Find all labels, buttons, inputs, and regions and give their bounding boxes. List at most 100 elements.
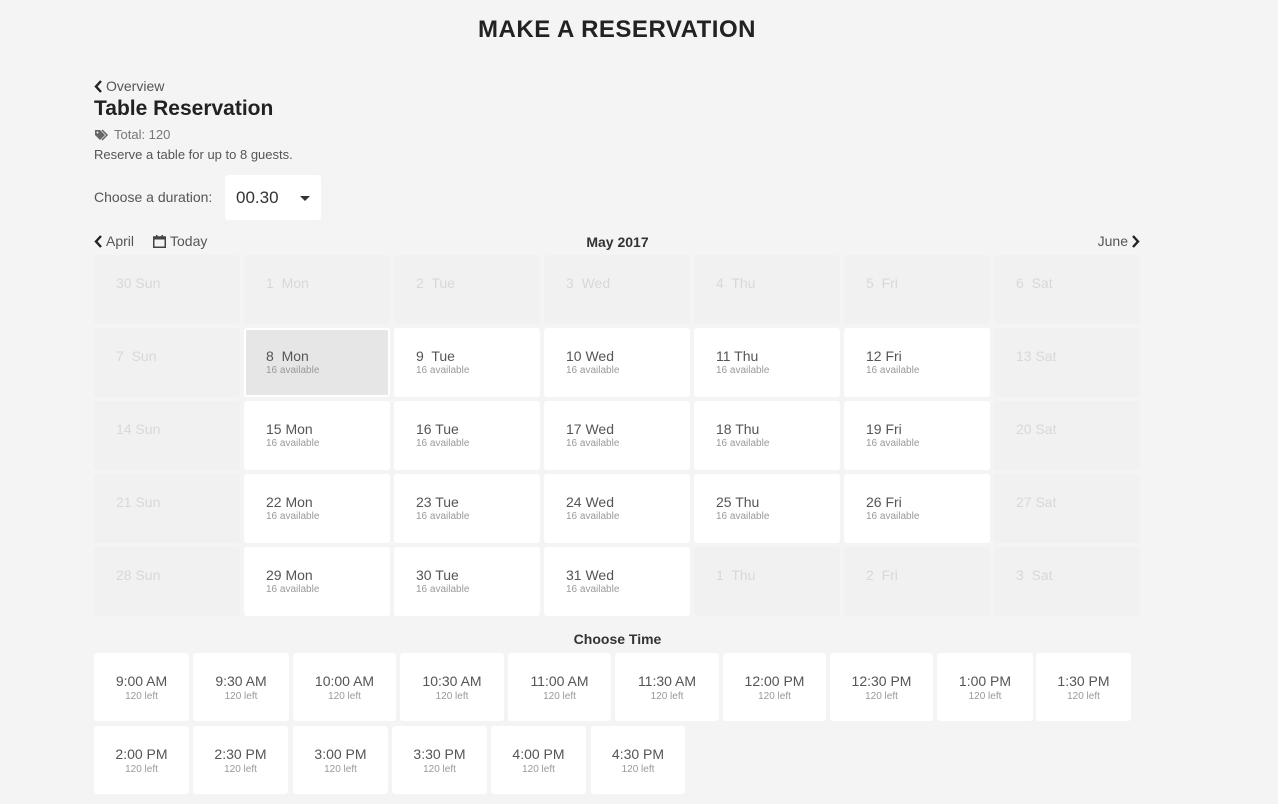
calendar-day[interactable]: 9 Tue 16 available [394, 328, 540, 397]
time-slot-time: 2:30 PM [214, 746, 267, 762]
calendar-day: 1 Mon [244, 255, 390, 324]
calendar-day-availability: 16 available [716, 365, 770, 376]
calendar-day-label: 17 Wed [566, 421, 614, 437]
calendar-day-availability: 16 available [566, 584, 620, 595]
choose-time-heading: Choose Time [573, 631, 662, 647]
calendar-day[interactable]: 24 Wed 16 available [544, 474, 690, 543]
calendar-day-label: 22 Mon [266, 494, 313, 510]
calendar-day-label: 24 Wed [566, 494, 614, 510]
calendar-day[interactable]: 10 Wed 16 available [544, 328, 690, 397]
time-slot-time: 4:00 PM [512, 746, 565, 762]
calendar-day: 30 Sun [94, 255, 240, 324]
calendar-day-label: 30 Sun [116, 275, 161, 291]
time-slot-time: 3:00 PM [314, 746, 367, 762]
time-slot[interactable]: 4:00 PM 120 left [491, 726, 586, 794]
calendar-day-label: 26 Fri [866, 494, 902, 510]
time-slot-time: 10:30 AM [422, 673, 482, 689]
duration-select[interactable]: 00.30 [225, 175, 321, 220]
next-month-button[interactable]: June [1098, 233, 1140, 249]
time-slot[interactable]: 1:30 PM 120 left [1036, 653, 1131, 721]
time-slot[interactable]: 2:00 PM 120 left [94, 726, 189, 794]
calendar-day-label: 12 Fri [866, 348, 902, 364]
time-slot[interactable]: 12:00 PM 120 left [723, 653, 826, 721]
time-slot-remaining: 120 left [865, 691, 898, 702]
current-month: May 2017 [586, 234, 649, 250]
calendar-day-availability: 16 available [416, 365, 470, 376]
time-slot-remaining: 120 left [435, 691, 469, 702]
calendar-day-availability: 16 available [716, 438, 770, 449]
time-slot[interactable]: 9:30 AM 120 left [193, 653, 289, 721]
total-text: Total: 120 [114, 127, 171, 142]
duration-value: 00.30 [236, 187, 279, 207]
time-slot-time: 12:00 PM [744, 673, 805, 689]
time-slot[interactable]: 3:30 PM 120 left [392, 726, 487, 794]
calendar-day[interactable]: 23 Tue 16 available [394, 474, 540, 543]
calendar-day-availability: 16 available [566, 365, 620, 376]
time-slot[interactable]: 11:30 AM 120 left [615, 653, 719, 721]
time-slot[interactable]: 3:00 PM 120 left [293, 726, 388, 794]
calendar-day: 5 Fri [844, 255, 990, 324]
overview-link-label: Overview [106, 78, 165, 94]
time-slot[interactable]: 9:00 AM 120 left [94, 653, 189, 721]
calendar-day-label: 11 Thu [716, 348, 759, 364]
calendar-day[interactable]: 26 Fri 16 available [844, 474, 990, 543]
time-slot-remaining: 120 left [224, 691, 258, 702]
time-slot-time: 4:30 PM [611, 746, 665, 762]
time-slot[interactable]: 12:30 PM 120 left [830, 653, 933, 721]
calendar-day-label: 18 Thu [716, 421, 760, 437]
calendar-day[interactable]: 15 Mon 16 available [244, 401, 390, 470]
time-slot[interactable]: 11:00 AM 120 left [508, 653, 611, 721]
calendar-day-availability: 16 available [566, 438, 620, 449]
calendar-day[interactable]: 18 Thu 16 available [694, 401, 840, 470]
calendar-day: 20 Sat [994, 401, 1140, 470]
time-slot-time: 9:00 AM [115, 673, 168, 689]
calendar-day-label: 2 Tue [416, 275, 455, 291]
prev-month-button[interactable]: April [94, 233, 134, 249]
time-slot[interactable]: 1:00 PM 120 left [937, 653, 1033, 721]
time-slot[interactable]: 10:30 AM 120 left [400, 653, 504, 721]
calendar-day-label: 6 Sat [1016, 275, 1053, 291]
calendar-day-label: 30 Tue [416, 567, 459, 583]
time-slot-time: 1:30 PM [1057, 673, 1110, 689]
calendar-day[interactable]: 19 Fri 16 available [844, 401, 990, 470]
calendar-day-label: 15 Mon [266, 421, 313, 437]
time-slot-time: 12:30 PM [851, 673, 912, 689]
calendar-day-label: 5 Fri [866, 275, 898, 291]
calendar-day[interactable]: 22 Mon 16 available [244, 474, 390, 543]
calendar-day: 6 Sat [994, 255, 1140, 324]
time-slot-remaining: 120 left [125, 691, 158, 702]
calendar-day: 2 Fri [844, 547, 990, 616]
calendar-day[interactable]: 12 Fri 16 available [844, 328, 990, 397]
time-slot-remaining: 120 left [328, 691, 361, 702]
calendar-day-availability: 16 available [866, 365, 920, 376]
calendar-day-label: 1 Thu [716, 567, 756, 583]
calendar-day[interactable]: 17 Wed 16 available [544, 401, 690, 470]
calendar-day-label: 20 Sat [1016, 421, 1057, 437]
overview-back-link[interactable]: Overview [94, 78, 164, 94]
time-slot[interactable]: 10:00 AM 120 left [293, 653, 396, 721]
calendar-day[interactable]: 30 Tue 16 available [394, 547, 540, 616]
time-slot-remaining: 120 left [324, 764, 357, 775]
calendar-day[interactable]: 31 Wed 16 available [544, 547, 690, 616]
calendar-day[interactable]: 16 Tue 16 available [394, 401, 540, 470]
calendar-day-label: 25 Thu [716, 494, 760, 510]
calendar-day[interactable]: 25 Thu 16 available [694, 474, 840, 543]
calendar-day-label: 4 Thu [716, 275, 756, 291]
calendar-day[interactable]: 11 Thu 16 available [694, 328, 840, 397]
calendar-day-label: 7 Sun [116, 348, 157, 364]
today-button[interactable]: Today [153, 233, 207, 249]
calendar-day[interactable]: 29 Mon 16 available [244, 547, 390, 616]
calendar-day: 1 Thu [694, 547, 840, 616]
time-slot[interactable]: 2:30 PM 120 left [193, 726, 288, 794]
calendar-day-label: 19 Fri [866, 421, 902, 437]
calendar-day-availability: 16 available [416, 438, 470, 449]
calendar-day-label: 3 Wed [566, 275, 611, 291]
time-slot-remaining: 120 left [968, 691, 1002, 702]
time-slot-time: 11:30 AM [637, 673, 697, 689]
time-slot-remaining: 120 left [125, 764, 158, 775]
calendar-day[interactable]: 8 Mon 16 available [244, 328, 390, 397]
time-slot-time: 1:00 PM [958, 673, 1012, 689]
calendar-day-label: 23 Tue [416, 494, 459, 510]
time-slot[interactable]: 4:30 PM 120 left [591, 726, 685, 794]
calendar-day: 13 Sat [994, 328, 1140, 397]
